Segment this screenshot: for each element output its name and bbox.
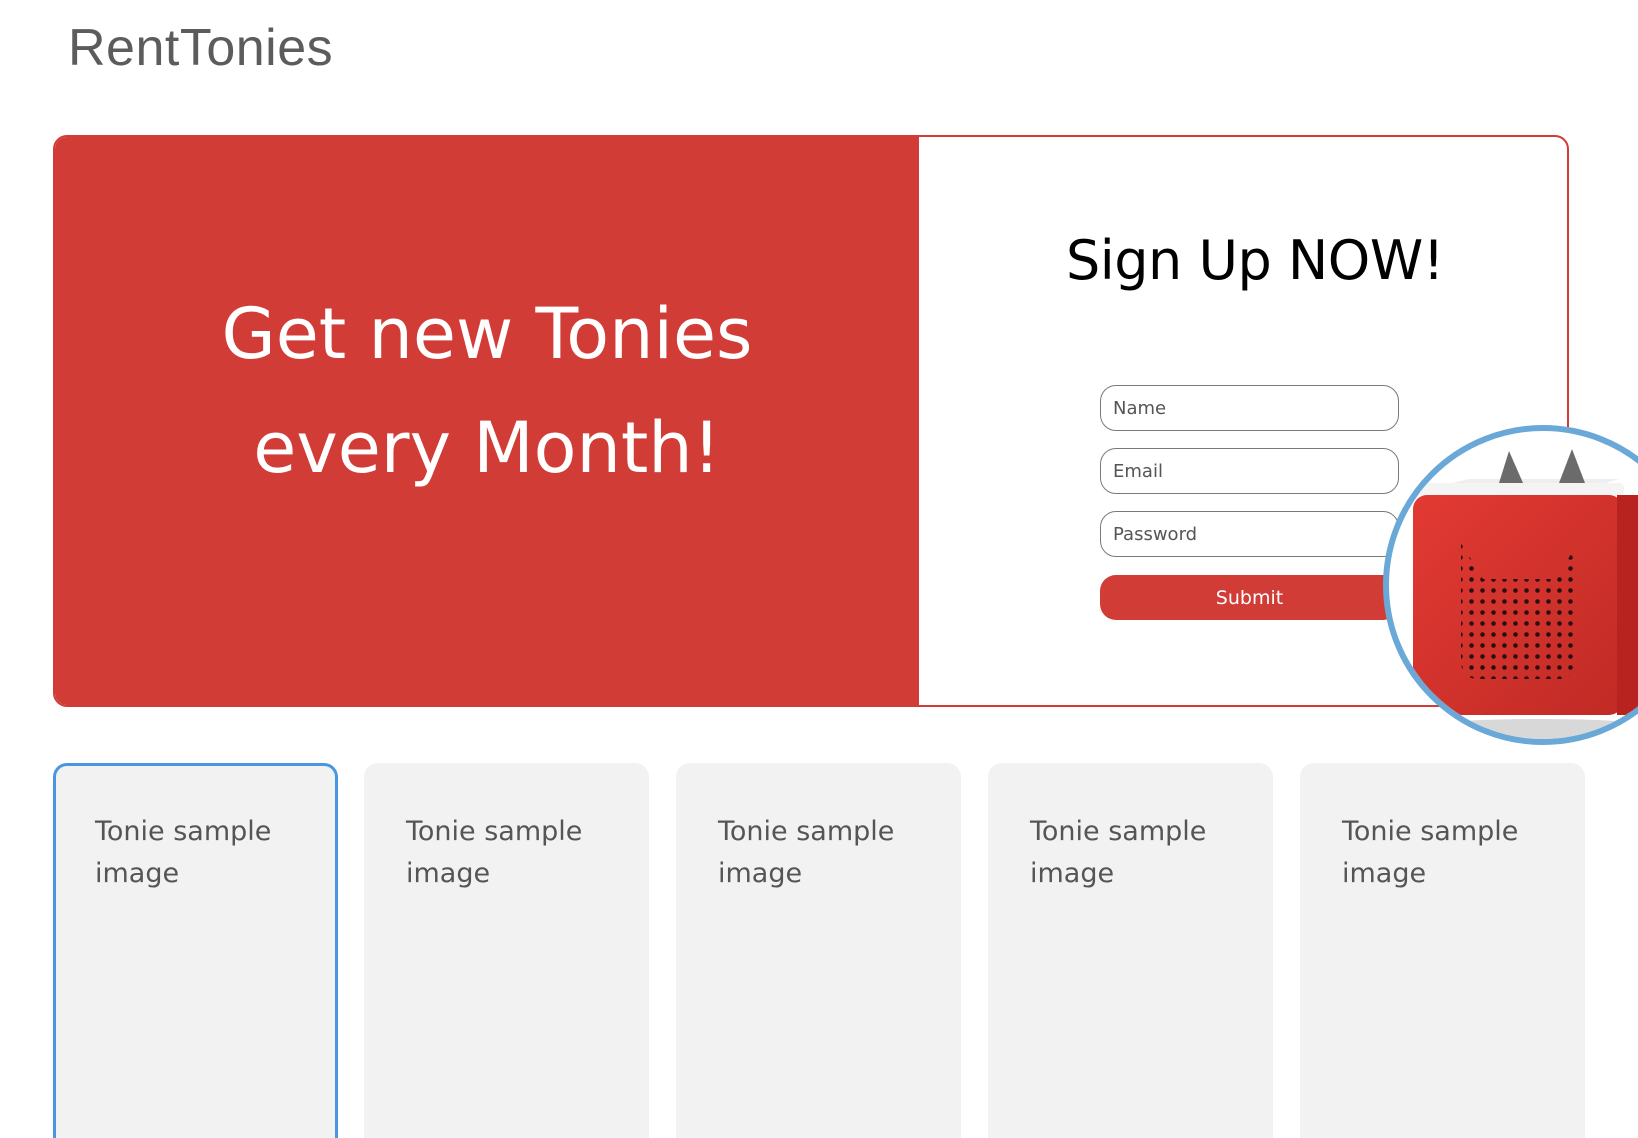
page: RentTonies Get new Tonies every Month! S…	[0, 0, 1638, 1138]
tonie-card[interactable]: Tonie sample image	[364, 763, 649, 1138]
hero-banner: Get new Tonies every Month! Sign Up NOW!…	[53, 135, 1569, 707]
tonie-card-label: Tonie sample image	[406, 816, 583, 889]
tonie-card-label: Tonie sample image	[95, 816, 272, 889]
site-logo[interactable]: RentTonies	[68, 18, 333, 78]
tonie-card-label: Tonie sample image	[718, 816, 895, 889]
tonie-card[interactable]: Tonie sample image	[676, 763, 961, 1138]
password-field[interactable]	[1100, 511, 1399, 557]
tonie-card[interactable]: Tonie sample image	[988, 763, 1273, 1138]
name-field[interactable]	[1100, 385, 1399, 431]
signup-title: Sign Up NOW!	[1066, 229, 1444, 292]
hero-tagline: Get new Tonies every Month!	[221, 293, 753, 489]
tonie-card[interactable]: Tonie sample image	[53, 763, 338, 1138]
tonie-card[interactable]: Tonie sample image	[1300, 763, 1585, 1138]
hero-promo-panel: Get new Tonies every Month!	[55, 137, 919, 705]
tonie-card-label: Tonie sample image	[1030, 816, 1207, 889]
submit-button[interactable]: Submit	[1100, 575, 1399, 620]
email-field[interactable]	[1100, 448, 1399, 494]
tonie-card-label: Tonie sample image	[1342, 816, 1519, 889]
